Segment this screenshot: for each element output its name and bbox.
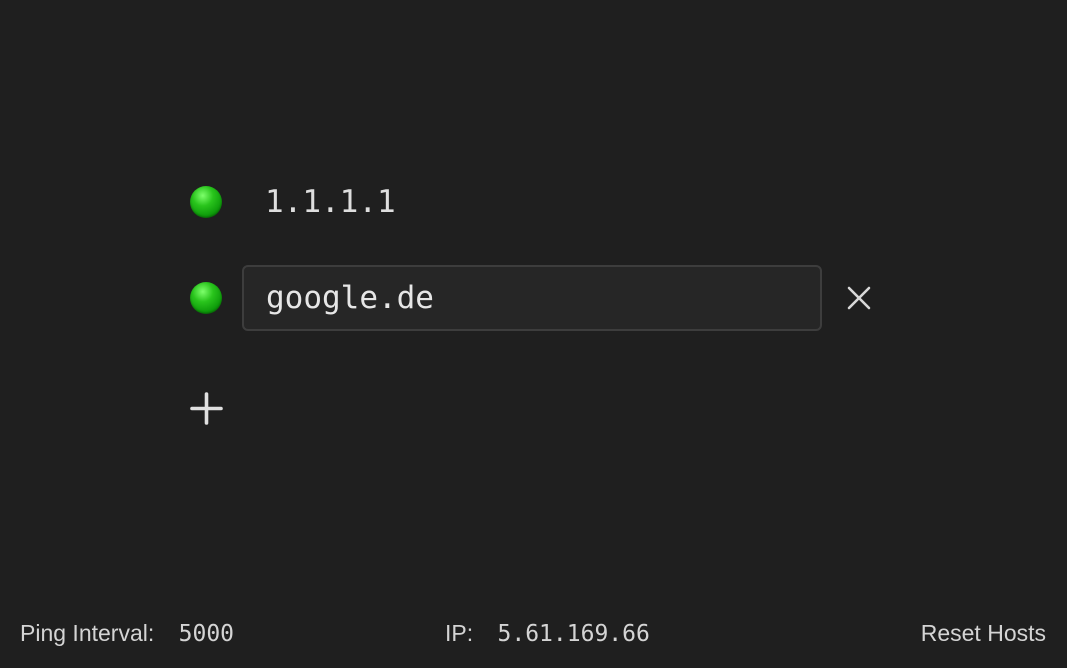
ip-section: IP: 5.61.169.66 (445, 620, 650, 647)
ip-value: 5.61.169.66 (497, 621, 650, 647)
reset-hosts-button[interactable]: Reset Hosts (921, 620, 1046, 647)
ping-interval-section: Ping Interval: 5000 (20, 620, 234, 647)
ping-interval-label: Ping Interval: (20, 620, 155, 646)
plus-icon[interactable] (190, 392, 223, 425)
host-input[interactable] (242, 265, 822, 331)
status-indicator-icon (190, 186, 222, 218)
status-indicator-icon (190, 282, 222, 314)
close-icon[interactable] (846, 285, 872, 311)
host-label[interactable]: 1.1.1.1 (265, 184, 396, 220)
ping-interval-value[interactable]: 5000 (179, 621, 234, 647)
ip-label: IP: (445, 620, 474, 646)
